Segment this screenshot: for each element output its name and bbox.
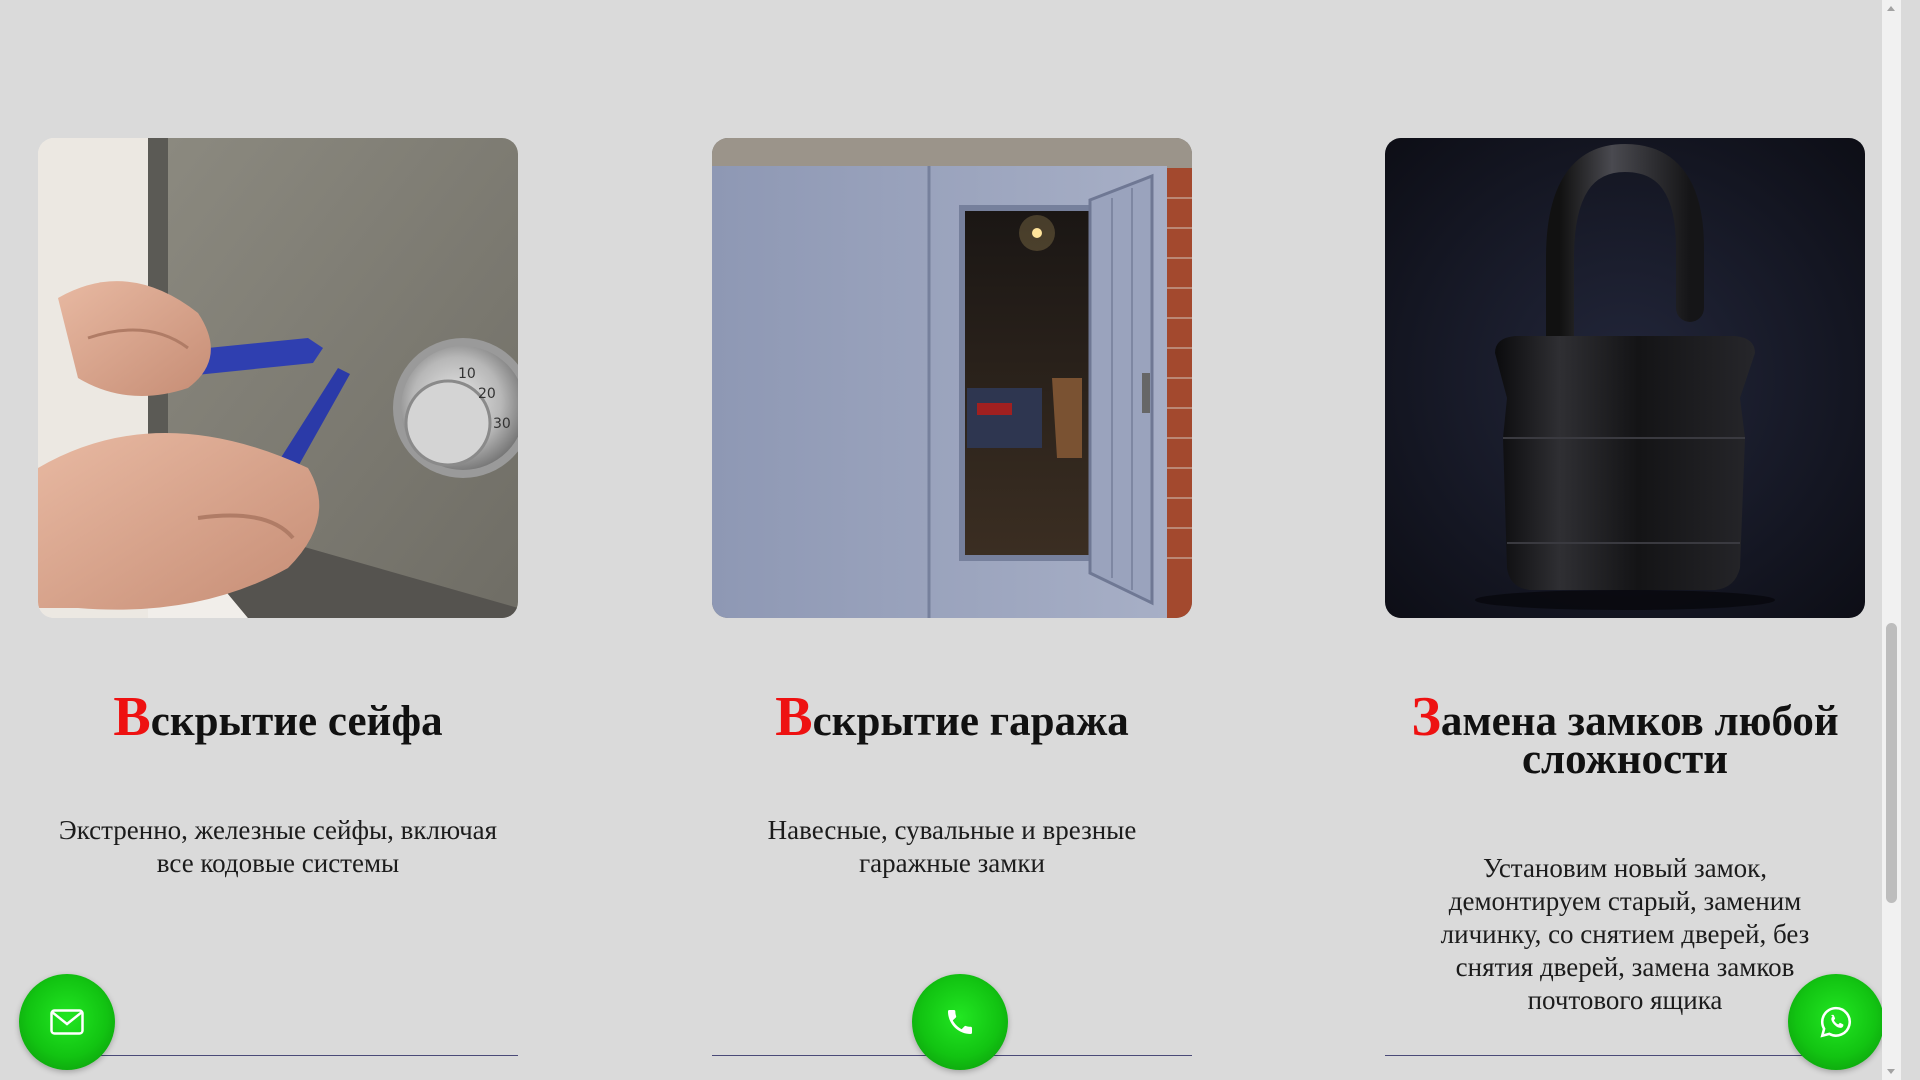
service-title-lock-replacement: Замена замков любой сложности — [1385, 689, 1865, 781]
services-section: 10 20 30 Вскрытие сейфа Экстренно, желез… — [0, 0, 1901, 1080]
service-card-garage: Вскрытие гаража Навесные, сувальные и вр… — [712, 138, 1192, 1056]
title-initial: В — [113, 686, 151, 748]
service-card-lock-replacement: Замена замков любой сложности Установим … — [1385, 138, 1865, 1056]
title-text: скрытие сейфа — [150, 698, 443, 745]
service-description-garage: Навесные, сувальные и врезные гаражные з… — [767, 815, 1137, 878]
title-initial: В — [775, 686, 813, 748]
phone-icon — [948, 1010, 972, 1034]
title-text: скрытие гаража — [812, 698, 1129, 745]
service-title-garage: Вскрытие гаража — [712, 689, 1192, 745]
card-divider — [38, 1055, 518, 1056]
service-description-safe: Экстренно, железные сейфы, включая все к… — [58, 815, 498, 878]
padlock-photo — [1385, 138, 1865, 618]
title-initial: З — [1411, 686, 1441, 748]
whatsapp-icon — [1820, 1006, 1851, 1038]
svg-text:30: 30 — [493, 416, 511, 432]
scroll-down-arrow-icon[interactable] — [1887, 1069, 1895, 1074]
card-divider — [1385, 1055, 1865, 1056]
service-card-safe: 10 20 30 Вскрытие сейфа Экстренно, желез… — [38, 138, 518, 1056]
whatsapp-button[interactable] — [1788, 974, 1884, 1070]
mail-icon — [50, 1009, 84, 1035]
title-text: амена замков любой сложности — [1440, 698, 1839, 783]
scroll-up-arrow-icon[interactable] — [1887, 6, 1895, 11]
svg-text:20: 20 — [478, 386, 496, 402]
mail-button[interactable] — [19, 974, 115, 1070]
safe-unlocking-photo: 10 20 30 — [38, 138, 518, 618]
scrollbar-thumb[interactable] — [1886, 623, 1897, 903]
garage-door-photo — [712, 138, 1192, 618]
service-description-lock-replacement: Установим новый замок, демонтируем стары… — [1440, 853, 1810, 1015]
phone-call-button[interactable] — [912, 974, 1008, 1070]
vertical-scrollbar[interactable] — [1882, 0, 1901, 1080]
service-title-safe: Вскрытие сейфа — [38, 689, 518, 745]
svg-text:10: 10 — [458, 366, 476, 382]
